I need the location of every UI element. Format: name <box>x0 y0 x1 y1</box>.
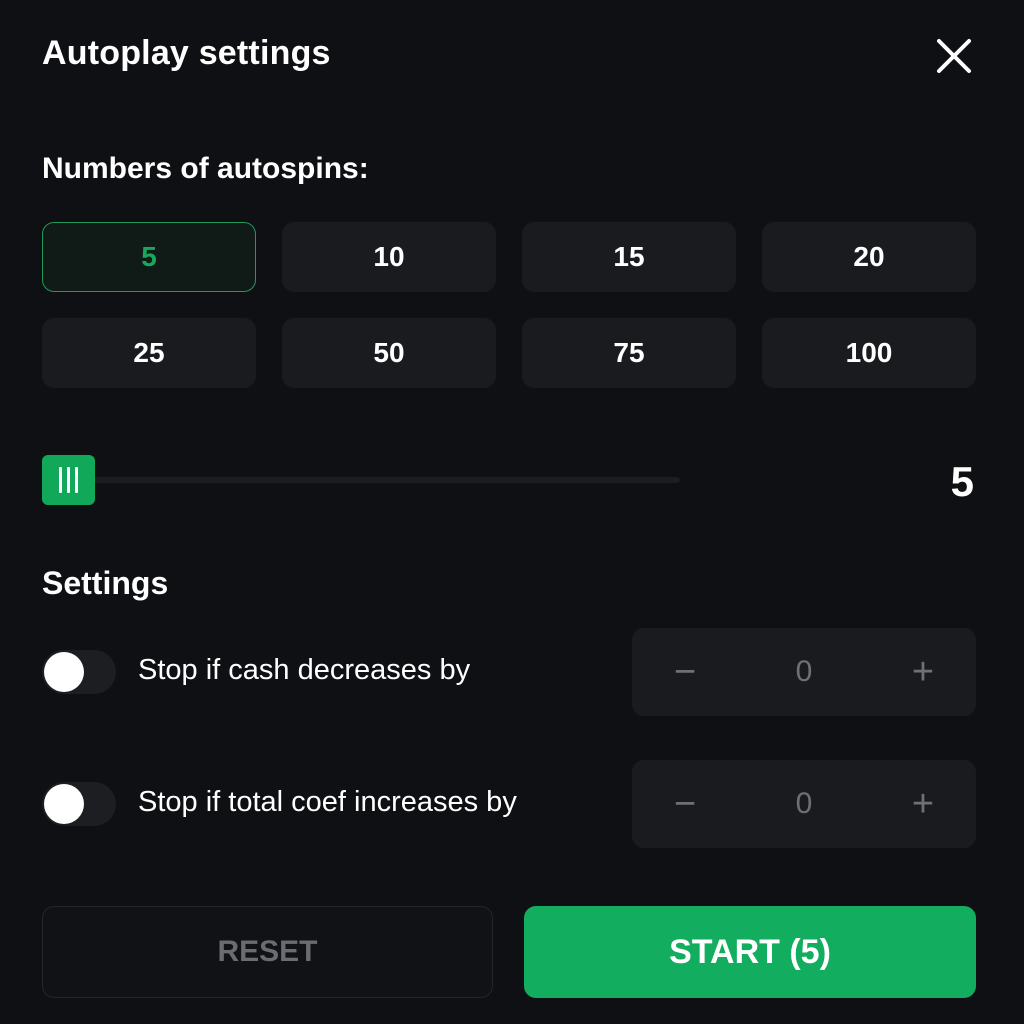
grip-line-icon <box>59 467 62 493</box>
autospins-label: Numbers of autospins: <box>42 152 369 185</box>
minus-icon: − <box>673 782 697 825</box>
minus-icon: − <box>673 650 697 693</box>
increment-button[interactable]: + <box>878 760 968 848</box>
decrement-button[interactable]: − <box>640 628 730 716</box>
stop-coef-increase-label: Stop if total coef increases by <box>138 786 517 818</box>
dialog-title: Autoplay settings <box>42 34 331 72</box>
stop-coef-increase-toggle[interactable] <box>42 782 116 826</box>
autospin-count-options: 5 10 15 20 25 50 75 100 <box>42 222 976 388</box>
autospin-option-15[interactable]: 15 <box>522 222 736 292</box>
slider-thumb[interactable] <box>42 455 95 505</box>
grip-line-icon <box>75 467 78 493</box>
autoplay-settings-dialog: Autoplay settings Numbers of autospins: … <box>0 0 1024 1024</box>
toggle-knob <box>44 784 84 824</box>
increment-button[interactable]: + <box>878 628 968 716</box>
stop-coef-increase-row: Stop if total coef increases by − 0 + <box>42 760 976 848</box>
slider-track[interactable] <box>92 477 680 483</box>
autospin-option-100[interactable]: 100 <box>762 318 976 388</box>
stop-cash-decrease-toggle[interactable] <box>42 650 116 694</box>
autospin-option-5[interactable]: 5 <box>42 222 256 292</box>
grip-line-icon <box>67 467 70 493</box>
autospin-option-10[interactable]: 10 <box>282 222 496 292</box>
toggle-knob <box>44 652 84 692</box>
reset-button[interactable]: RESET <box>42 906 493 998</box>
autospin-option-25[interactable]: 25 <box>42 318 256 388</box>
stop-cash-decrease-row: Stop if cash decreases by − 0 + <box>42 628 976 716</box>
stop-coef-increase-stepper: − 0 + <box>632 760 976 848</box>
stop-cash-decrease-label: Stop if cash decreases by <box>138 654 471 686</box>
settings-heading: Settings <box>42 565 169 601</box>
slider-value: 5 <box>950 458 974 505</box>
autospin-option-20[interactable]: 20 <box>762 222 976 292</box>
autospin-option-50[interactable]: 50 <box>282 318 496 388</box>
close-button[interactable] <box>930 32 978 80</box>
plus-icon: + <box>911 650 935 693</box>
stepper-value[interactable]: 0 <box>752 628 856 716</box>
stepper-value[interactable]: 0 <box>752 760 856 848</box>
autospin-option-75[interactable]: 75 <box>522 318 736 388</box>
stop-cash-decrease-stepper: − 0 + <box>632 628 976 716</box>
autospin-slider[interactable] <box>42 455 682 507</box>
decrement-button[interactable]: − <box>640 760 730 848</box>
close-icon <box>937 39 971 73</box>
plus-icon: + <box>911 782 935 825</box>
start-button[interactable]: START (5) <box>524 906 976 998</box>
